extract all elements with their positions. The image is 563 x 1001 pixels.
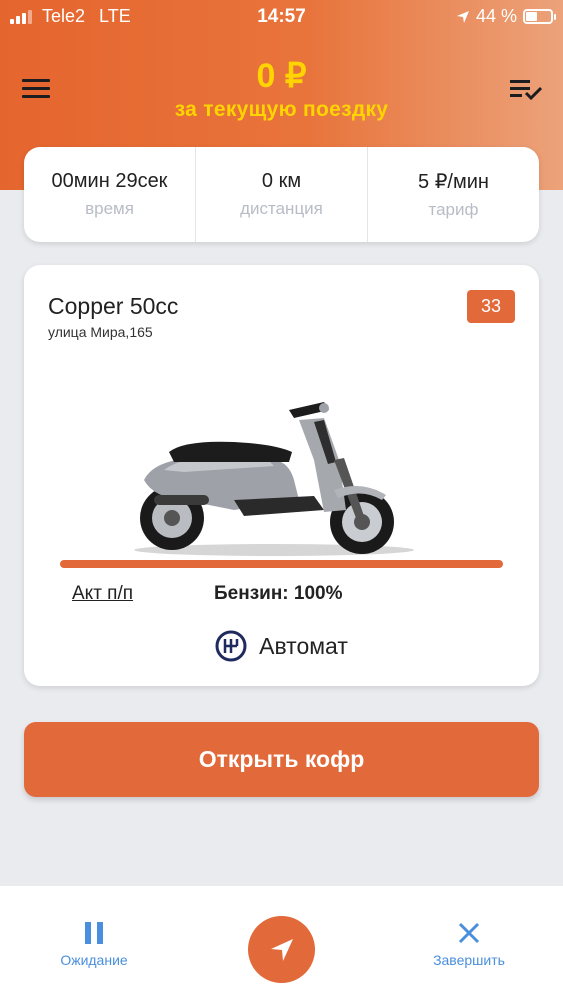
stat-distance-value: 0 км: [261, 170, 302, 192]
stat-distance-label: дистанция: [240, 199, 323, 218]
stat-time-value: 00мин 29сек: [51, 170, 168, 192]
battery-percent: 44 %: [475, 6, 517, 26]
stat-time: 00мин 29сек время: [24, 147, 196, 242]
scooter-name: Copper 50cc: [48, 293, 179, 319]
scooter-number-badge: 33: [467, 290, 515, 323]
fuel-level-bar: [60, 560, 503, 568]
scooter-image: [134, 402, 414, 556]
transmission-row: Автомат: [24, 630, 539, 662]
pause-button[interactable]: Ожидание: [48, 922, 140, 968]
navigate-button[interactable]: [248, 916, 315, 983]
fuel-text: Бензин: 100%: [214, 583, 343, 604]
act-link[interactable]: Акт п/п: [72, 583, 133, 605]
finish-label: Завершить: [433, 952, 505, 968]
close-icon: [458, 922, 480, 944]
stat-time-label: время: [85, 199, 134, 218]
trip-cost: 0 ₽: [256, 57, 307, 95]
status-bar: Tele2 LTE 14:57 44 %: [0, 0, 563, 34]
stat-distance: 0 км дистанция: [196, 147, 368, 242]
pause-icon: [85, 922, 103, 944]
navigation-arrow-icon: [270, 938, 293, 961]
bottom-bar: Ожидание Завершить: [0, 886, 563, 1001]
open-trunk-button[interactable]: Открыть кофр: [24, 722, 539, 797]
stat-tariff: 5 ₽/мин тариф: [368, 147, 539, 242]
scooter-card: Copper 50cc улица Мира,165 33 Акт п/п Бе…: [24, 265, 539, 686]
scooter-address: улица Мира,165: [48, 324, 153, 340]
battery-icon: [523, 9, 556, 24]
transmission-text: Автомат: [259, 632, 348, 659]
stat-tariff-value: 5 ₽/мин: [418, 171, 489, 193]
gearbox-icon: [215, 630, 247, 662]
trip-stats-card: 00мин 29сек время 0 км дистанция 5 ₽/мин…: [24, 147, 539, 242]
location-arrow-icon: [456, 10, 469, 23]
pause-label: Ожидание: [60, 952, 128, 968]
finish-button[interactable]: Завершить: [424, 922, 514, 968]
stat-tariff-label: тариф: [428, 200, 479, 219]
trip-cost-subtitle: за текущую поездку: [174, 98, 389, 121]
